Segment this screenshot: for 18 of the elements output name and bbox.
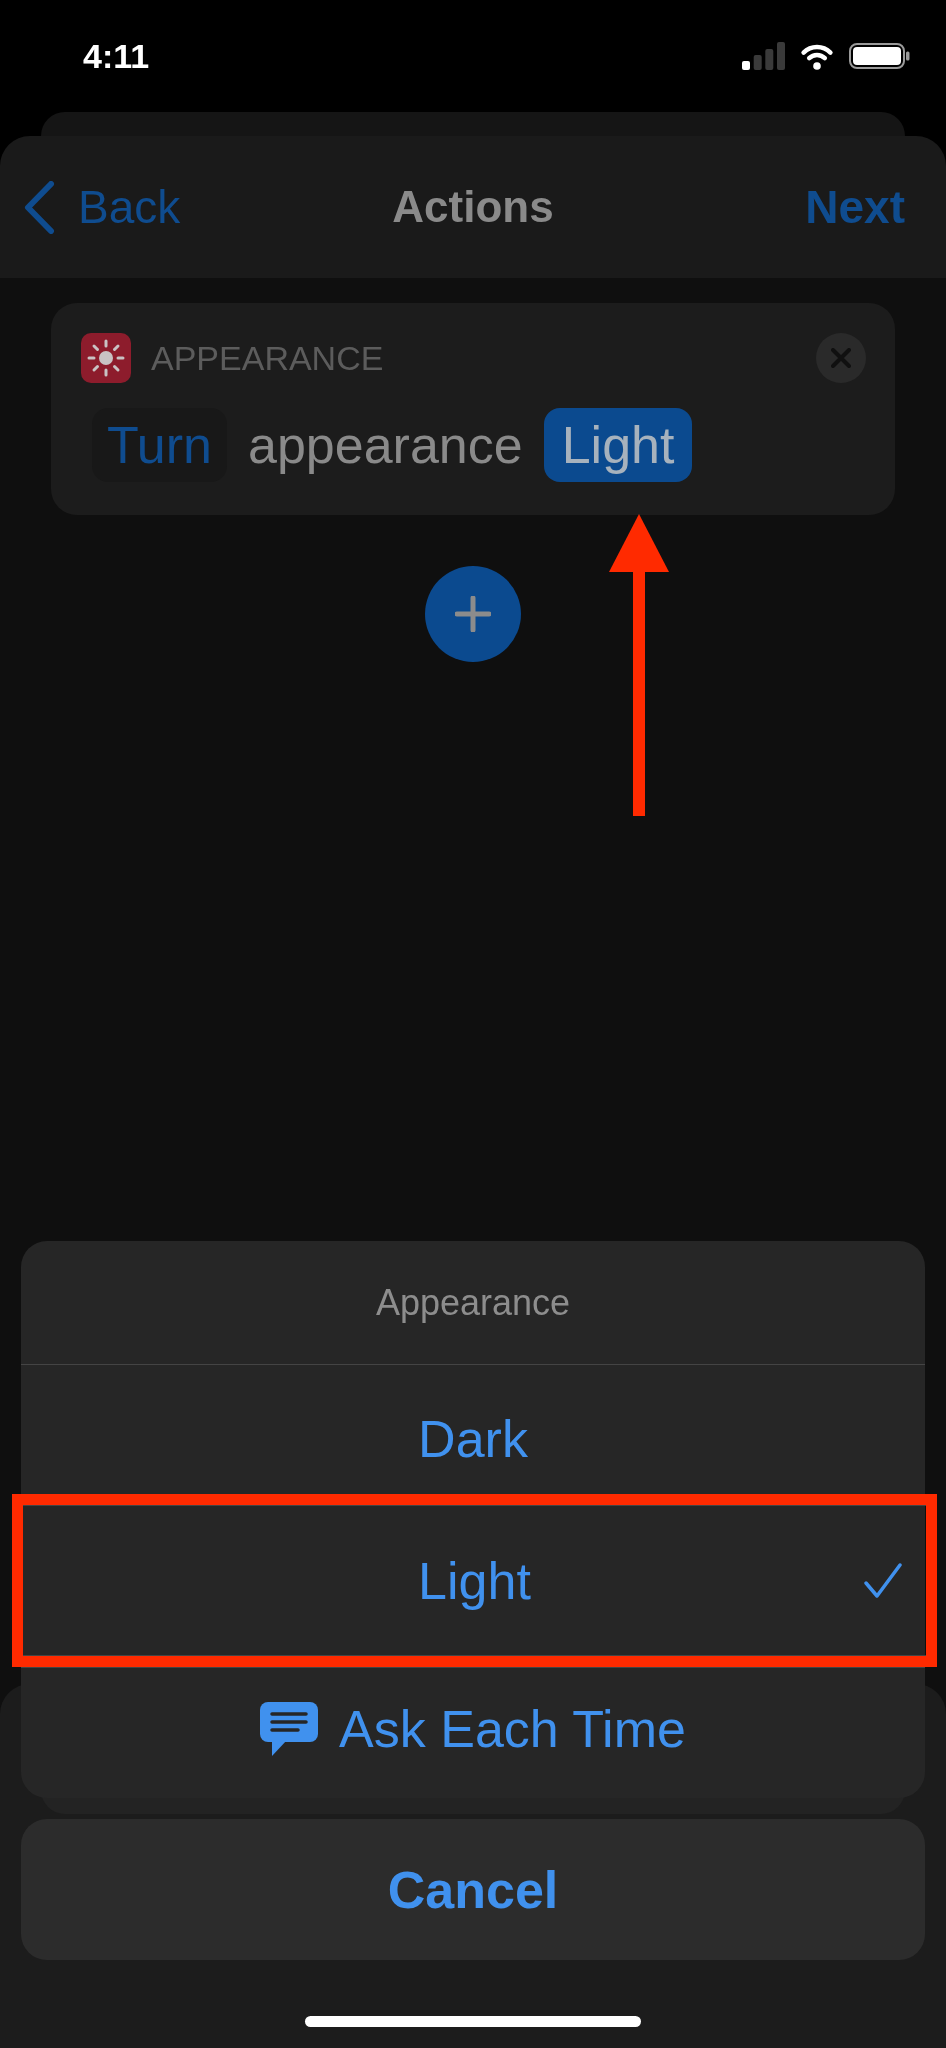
nav-title: Actions [392,182,554,232]
option-row[interactable]: Ask Each Time [21,1667,925,1798]
action-sheet-title: Appearance [375,1281,571,1324]
wifi-icon [798,42,836,70]
chevron-left-icon [24,180,55,234]
cancel-button[interactable]: Cancel [21,1819,925,1960]
variable-token[interactable]: Light [543,408,693,482]
sun-icon [81,333,131,383]
status-time: 4:11 [83,36,150,76]
action-text: appearance [248,415,523,476]
plus-icon [455,596,491,632]
close-icon [831,348,851,368]
action-app-label: APPEARANCE [151,338,384,378]
battery-icon [849,43,910,69]
option-row[interactable]: Light [23,1505,926,1656]
signal-icon [742,42,785,70]
chat-bubble-icon [260,1701,319,1756]
option-row[interactable]: Dark [21,1364,925,1494]
